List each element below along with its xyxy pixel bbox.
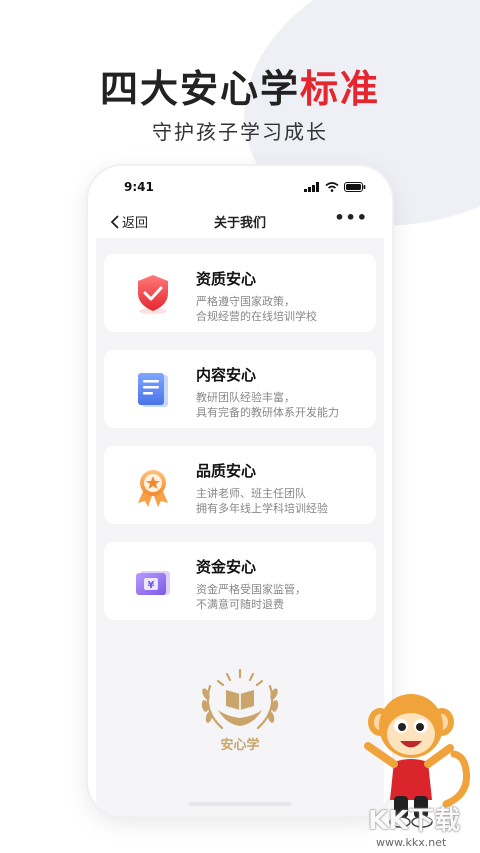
more-options-button[interactable]: ••• bbox=[334, 208, 368, 227]
svg-text:¥: ¥ bbox=[148, 580, 155, 591]
badge-label: 安心学 bbox=[220, 738, 260, 753]
card-desc-line: 严格遵守国家政策， bbox=[196, 295, 295, 308]
watermark-logo: KK下载 bbox=[368, 806, 461, 836]
card-desc-line: 拥有多年线上学科培训经验 bbox=[196, 502, 328, 515]
wallet-yuan-icon: ¥ bbox=[136, 571, 170, 595]
card-desc-line: 资金严格受国家监管， bbox=[196, 583, 306, 596]
home-indicator bbox=[188, 802, 292, 806]
watermark-url: www.kkx.net bbox=[376, 836, 447, 849]
phone-mockup: 9:41 返回 关于我们 ••• 资质安心 严格遵守国家政策， 合规经营的在线培… bbox=[88, 166, 392, 816]
card-description: 严格遵守国家政策， 合规经营的在线培训学校 bbox=[196, 294, 317, 324]
card-funds: ¥ 资金安心 资金严格受国家监管， 不满意可随时退费 bbox=[104, 542, 376, 620]
battery-icon bbox=[344, 182, 366, 192]
content-area: 资质安心 严格遵守国家政策， 合规经营的在线培训学校 内容安心 教研团队经验丰富… bbox=[96, 238, 384, 816]
card-title: 资质安心 bbox=[196, 270, 257, 288]
card-description: 主讲老师、班主任团队 拥有多年线上学科培训经验 bbox=[196, 486, 328, 516]
headline: 四大安心学标准 bbox=[0, 58, 480, 113]
card-description: 教研团队经验丰富， 具有完备的教研体系开发能力 bbox=[196, 390, 339, 420]
card-title: 资金安心 bbox=[196, 558, 257, 576]
headline-main: 四大安心学 bbox=[99, 67, 300, 111]
status-bar: 9:41 bbox=[88, 178, 392, 198]
subtitle: 守护孩子学习成长 bbox=[152, 120, 328, 144]
card-desc-line: 主讲老师、班主任团队 bbox=[196, 487, 306, 500]
card-desc-line: 不满意可随时退费 bbox=[196, 598, 284, 611]
document-icon bbox=[138, 373, 168, 407]
headline-accent: 标准 bbox=[300, 67, 381, 111]
card-desc-line: 具有完备的教研体系开发能力 bbox=[196, 406, 339, 419]
navigation-bar: 返回 关于我们 ••• bbox=[88, 208, 392, 238]
status-icons bbox=[304, 182, 366, 192]
card-desc-line: 合规经营的在线培训学校 bbox=[196, 310, 317, 323]
medal-icon bbox=[138, 470, 168, 507]
card-desc-line: 教研团队经验丰富， bbox=[196, 391, 295, 404]
status-time: 9:41 bbox=[124, 180, 154, 194]
card-content: 内容安心 教研团队经验丰富， 具有完备的教研体系开发能力 bbox=[104, 350, 376, 428]
shield-check-icon bbox=[138, 275, 168, 314]
card-description: 资金严格受国家监管， 不满意可随时退费 bbox=[196, 582, 306, 612]
card-title: 品质安心 bbox=[196, 462, 257, 480]
card-quality: 品质安心 主讲老师、班主任团队 拥有多年线上学科培训经验 bbox=[104, 446, 376, 524]
card-title: 内容安心 bbox=[196, 366, 257, 384]
signal-icon bbox=[304, 182, 319, 192]
card-qualification: 资质安心 严格遵守国家政策， 合规经营的在线培训学校 bbox=[104, 254, 376, 332]
wifi-icon bbox=[325, 182, 339, 192]
